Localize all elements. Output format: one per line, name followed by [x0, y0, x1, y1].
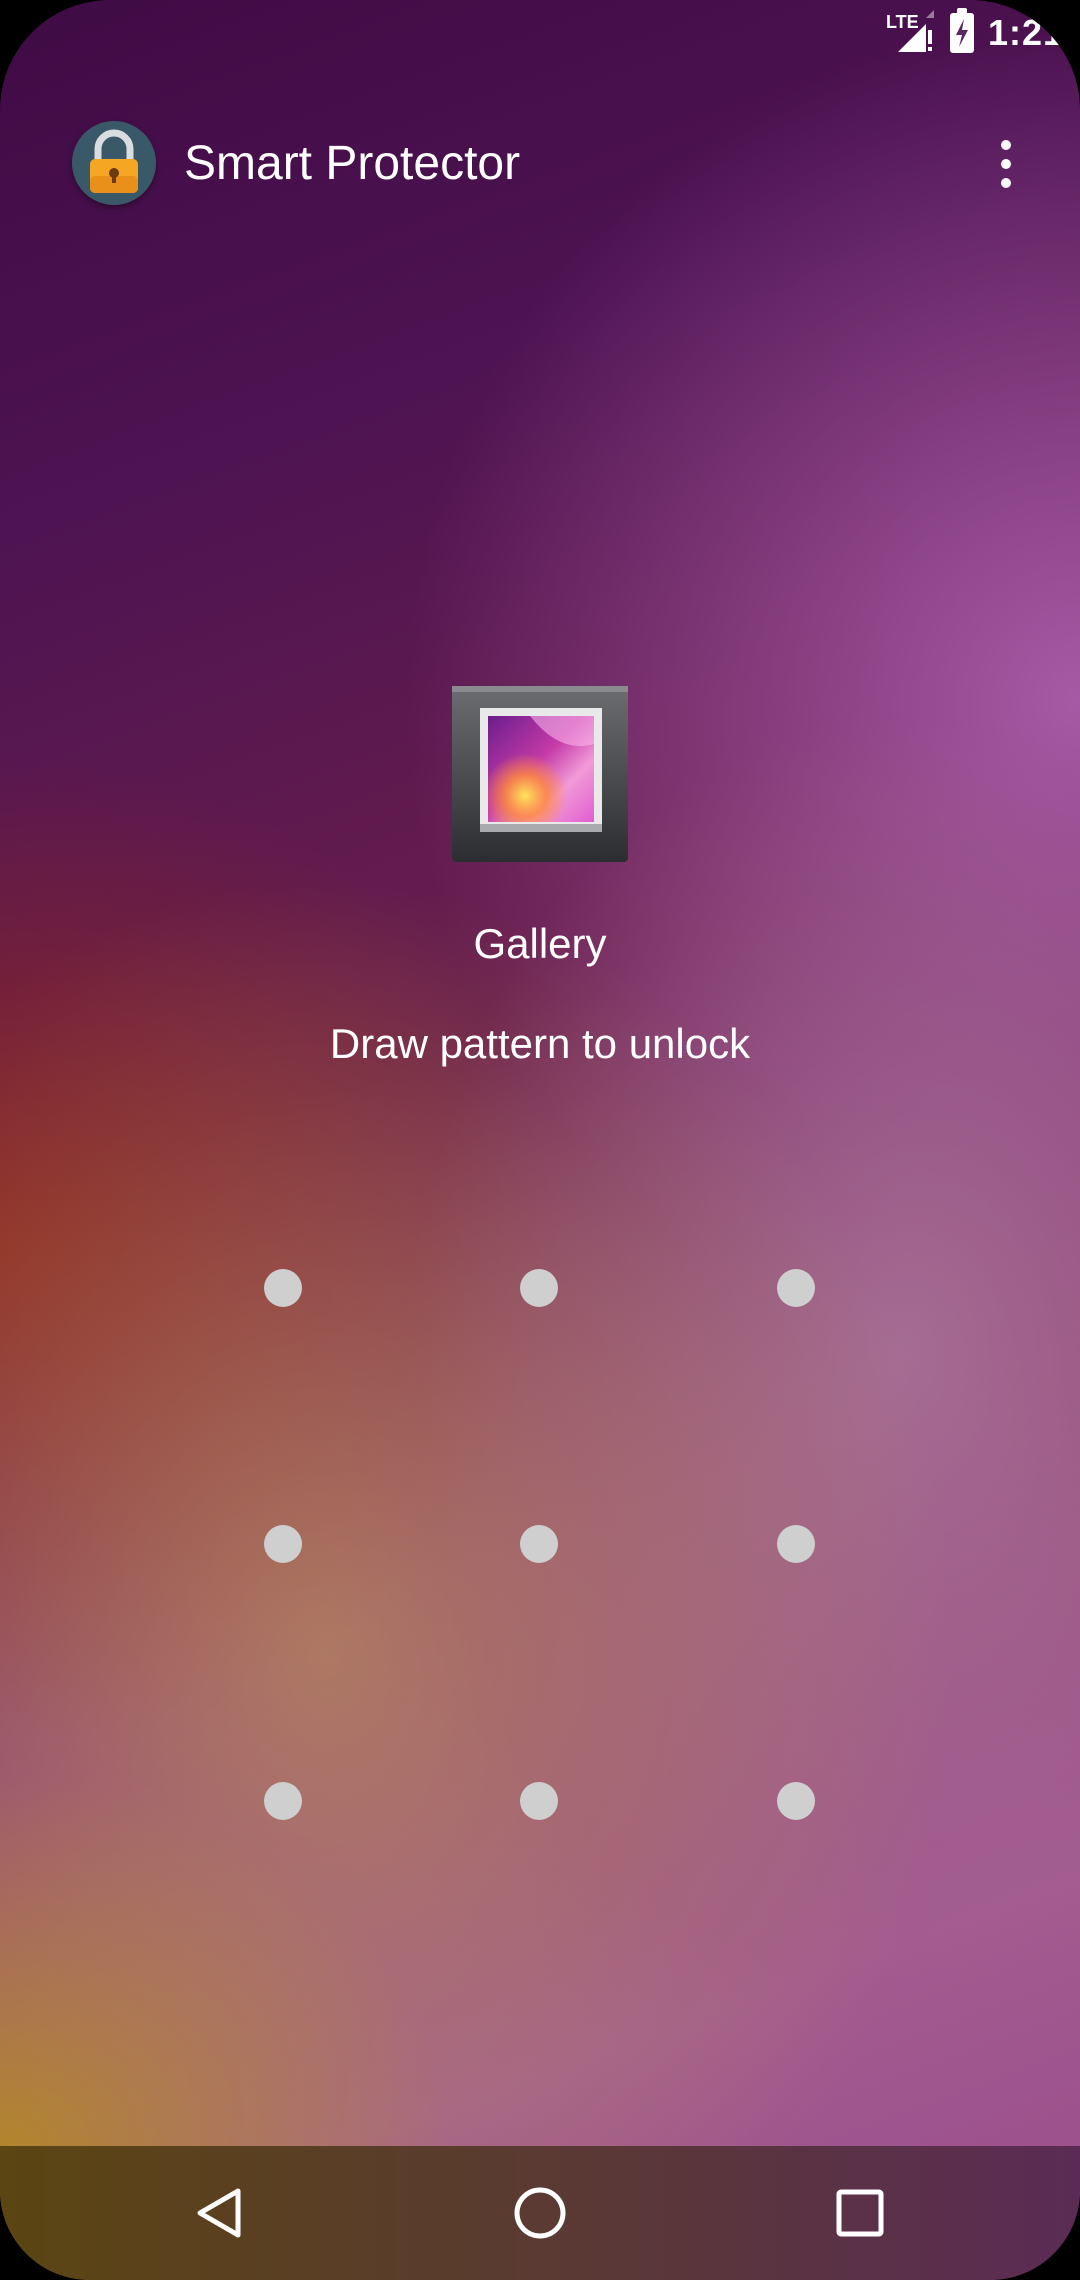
pattern-dot-3[interactable]: [777, 1269, 815, 1307]
gallery-icon: [450, 684, 630, 864]
pattern-dot-2[interactable]: [520, 1269, 558, 1307]
padlock-icon: [72, 121, 156, 205]
clock: 1:21: [987, 12, 1064, 53]
pattern-dot-4[interactable]: [264, 1525, 302, 1563]
unlock-prompt: Draw pattern to unlock: [329, 1020, 751, 1067]
pattern-dot-5[interactable]: [520, 1525, 558, 1563]
app-title: Smart Protector: [184, 137, 521, 190]
navigation-bar: [0, 2146, 1080, 2280]
battery-charging-icon: [949, 8, 974, 53]
menu-dot: [1001, 159, 1011, 169]
more-vert-icon[interactable]: [986, 134, 1026, 194]
recents-square-icon: [836, 2189, 884, 2237]
status-icons: LTE 1:21: [886, 8, 1064, 56]
back-triangle-icon: [197, 2188, 241, 2238]
home-circle-icon: [514, 2187, 566, 2239]
pattern-dot-7[interactable]: [264, 1782, 302, 1820]
recents-button[interactable]: [820, 2173, 900, 2253]
menu-dot: [1001, 140, 1011, 150]
lock-screen: LTE 1:21 Smart Protector Gallery Draw pa…: [0, 0, 1080, 2280]
home-button[interactable]: [500, 2173, 580, 2253]
back-button[interactable]: [180, 2173, 260, 2253]
locked-app-name: Gallery: [473, 920, 607, 967]
pattern-dot-8[interactable]: [520, 1782, 558, 1820]
status-bar: LTE 1:21: [0, 0, 1080, 70]
pattern-dot-6[interactable]: [777, 1525, 815, 1563]
app-bar: Smart Protector: [72, 118, 1040, 208]
pattern-dot-1[interactable]: [264, 1269, 302, 1307]
pattern-dot-9[interactable]: [777, 1782, 815, 1820]
lte-signal-icon: LTE: [886, 10, 936, 56]
menu-dot: [1001, 178, 1011, 188]
pattern-lock-grid[interactable]: [0, 0, 1080, 2280]
